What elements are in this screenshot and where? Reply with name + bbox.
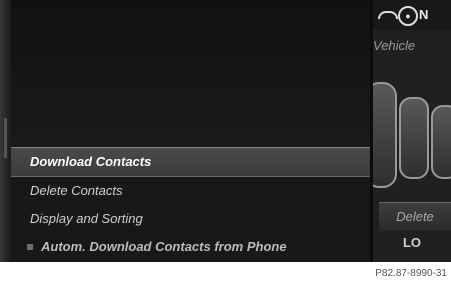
lo-label: LO <box>402 235 422 250</box>
menu-item-autom-download[interactable]: Autom. Download Contacts from Phone <box>11 233 370 261</box>
left-bezel <box>0 0 11 262</box>
display-screen: Download Contacts Delete Contacts Displa… <box>0 0 451 262</box>
figure-code: P82.87-8990-31 <box>375 268 447 279</box>
delete-button[interactable]: Delete <box>379 202 451 231</box>
vehicle-tab[interactable]: Vehicle <box>373 38 451 53</box>
panel-background <box>11 0 370 145</box>
network-label: N <box>419 7 429 22</box>
phone-icon <box>378 11 398 19</box>
contacts-menu: Download Contacts Delete Contacts Displa… <box>11 147 370 261</box>
menu-item-delete-contacts[interactable]: Delete Contacts <box>11 177 370 205</box>
status-bar: ● N <box>373 0 451 30</box>
menu-item-autom-download-label: Autom. Download Contacts from Phone <box>41 239 287 254</box>
scroll-indicator <box>4 118 7 158</box>
seat-graphic <box>399 97 429 179</box>
menu-item-download-contacts[interactable]: Download Contacts <box>11 147 370 177</box>
network-icon: ● <box>398 6 418 26</box>
menu-item-display-and-sorting[interactable]: Display and Sorting <box>11 205 370 233</box>
seat-graphic <box>373 82 397 188</box>
menu-panel: Download Contacts Delete Contacts Displa… <box>11 0 370 262</box>
seat-graphic <box>431 105 451 179</box>
side-panel: ● N Vehicle Delete LO <box>373 0 451 262</box>
checkbox-icon[interactable] <box>27 244 33 250</box>
